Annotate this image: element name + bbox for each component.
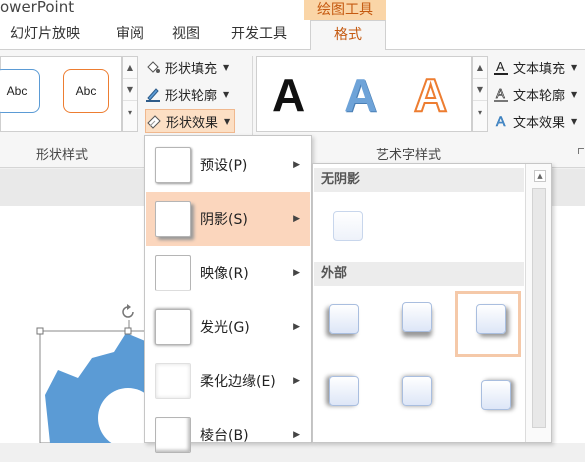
gallery-up-button[interactable]: ▲ — [473, 57, 487, 79]
shape-effects-menu: 预设(P) ▶ 阴影(S) ▶ 映像(R) ▶ 发光(G) ▶ 柔化边缘(E) … — [144, 135, 312, 453]
no-shadow-option[interactable] — [333, 211, 363, 241]
chevron-right-icon: ▶ — [293, 214, 300, 224]
shadow-option[interactable] — [329, 376, 359, 406]
title-bar — [0, 0, 585, 20]
gallery-more-button[interactable]: ▾ — [473, 101, 487, 123]
text-fill-button[interactable]: A 文本填充 ▼ — [493, 55, 577, 79]
shadow-option-selected[interactable] — [476, 304, 506, 334]
text-effects-label: 文本效果 — [513, 115, 566, 131]
shadow-option[interactable] — [402, 302, 432, 332]
tab-slideshow[interactable]: 幻灯片放映 — [10, 20, 80, 50]
menu-item-reflection[interactable]: 映像(R) ▶ — [146, 246, 310, 300]
chevron-down-icon: ▼ — [223, 89, 230, 99]
menu-item-glow[interactable]: 发光(G) ▶ — [146, 300, 310, 354]
group-label-wordart-styles: 艺术字样式 — [376, 148, 442, 163]
shadow-option[interactable] — [402, 376, 432, 406]
gear-shape[interactable] — [30, 300, 150, 443]
shadow-icon — [155, 201, 191, 237]
chevron-right-icon: ▶ — [293, 268, 300, 278]
chevron-down-icon: ▼ — [223, 62, 230, 72]
shape-effects-button[interactable]: 形状效果 ▼ — [145, 109, 236, 133]
shape-style-thumb[interactable]: Abc — [0, 69, 40, 113]
scroll-thumb[interactable] — [532, 188, 546, 428]
bevel-icon — [155, 417, 191, 453]
gallery-more-button[interactable]: ▾ — [123, 101, 137, 123]
shape-outline-button[interactable]: 形状轮廓 ▼ — [145, 82, 229, 106]
chevron-down-icon: ▼ — [224, 116, 231, 126]
text-effects-icon: A — [493, 113, 509, 129]
chevron-down-icon: ▼ — [571, 116, 578, 126]
gallery-up-button[interactable]: ▲ — [123, 57, 137, 79]
shape-fill-button[interactable]: 形状填充 ▼ — [145, 55, 229, 79]
text-fill-label: 文本填充 — [513, 61, 566, 77]
pen-outline-icon — [145, 86, 161, 102]
tab-format[interactable]: 格式 — [310, 20, 386, 51]
submenu-scrollbar[interactable]: ▲ — [525, 164, 551, 442]
menu-item-bevel[interactable]: 棱台(B) ▶ — [146, 408, 310, 462]
shape-effects-icon — [146, 113, 162, 129]
menu-item-shadow[interactable]: 阴影(S) ▶ — [146, 192, 310, 246]
preset-icon — [155, 147, 191, 183]
chevron-down-icon: ▼ — [571, 89, 578, 99]
shadow-option[interactable] — [329, 304, 359, 334]
gallery-down-button[interactable]: ▼ — [473, 79, 487, 101]
wordart-gallery-scroll: ▲ ▼ ▾ — [472, 56, 488, 132]
glow-icon — [155, 309, 191, 345]
no-shadow-header: 无阴影 — [314, 168, 524, 192]
chevron-right-icon: ▶ — [293, 322, 300, 332]
group-label-shape-styles: 形状样式 — [36, 148, 89, 163]
rotate-handle-icon[interactable] — [119, 303, 137, 321]
gallery-down-button[interactable]: ▼ — [123, 79, 137, 101]
shape-gallery-scroll: ▲ ▼ ▾ — [122, 56, 138, 132]
reflection-icon — [155, 255, 191, 291]
shape-effects-label: 形状效果 — [166, 115, 219, 131]
shape-style-thumb[interactable]: Abc — [63, 69, 109, 113]
svg-text:A: A — [496, 86, 505, 101]
text-effects-button[interactable]: A 文本效果 ▼ — [493, 109, 577, 133]
chevron-down-icon: ▼ — [571, 62, 578, 72]
tab-developer[interactable]: 开发工具 — [231, 20, 287, 50]
ribbon-tab-row — [0, 20, 585, 50]
context-tab-label: 绘图工具 — [317, 2, 373, 18]
shape-fill-label: 形状填充 — [165, 61, 218, 77]
chevron-right-icon: ▶ — [293, 376, 300, 386]
svg-text:A: A — [496, 113, 506, 129]
text-outline-label: 文本轮廓 — [513, 88, 566, 104]
chevron-right-icon: ▶ — [293, 430, 300, 440]
scroll-up-icon[interactable]: ▲ — [534, 170, 546, 182]
dialog-launcher-icon[interactable] — [578, 148, 584, 154]
tab-view[interactable]: 视图 — [172, 20, 200, 50]
tab-review[interactable]: 审阅 — [116, 20, 144, 50]
shadow-option[interactable] — [481, 380, 511, 410]
app-title: owerPoint — [0, 0, 75, 16]
shape-outline-label: 形状轮廓 — [165, 88, 218, 104]
wordart-sample-blue[interactable]: A — [344, 70, 377, 120]
outer-shadow-header: 外部 — [314, 262, 524, 286]
wordart-sample-black[interactable]: A — [272, 70, 305, 120]
menu-item-preset[interactable]: 预设(P) ▶ — [146, 138, 310, 192]
wordart-sample-orange[interactable]: A — [413, 69, 448, 121]
soft-edges-icon — [155, 363, 191, 399]
text-outline-button[interactable]: A 文本轮廓 ▼ — [493, 82, 577, 106]
shadow-submenu: 无阴影 外部 ▲ — [312, 163, 552, 443]
paint-bucket-icon — [145, 59, 161, 75]
menu-item-soft-edges[interactable]: 柔化边缘(E) ▶ — [146, 354, 310, 408]
svg-text:A: A — [496, 59, 505, 74]
text-outline-icon: A — [493, 86, 509, 102]
text-fill-icon: A — [493, 59, 509, 75]
chevron-right-icon: ▶ — [293, 160, 300, 170]
